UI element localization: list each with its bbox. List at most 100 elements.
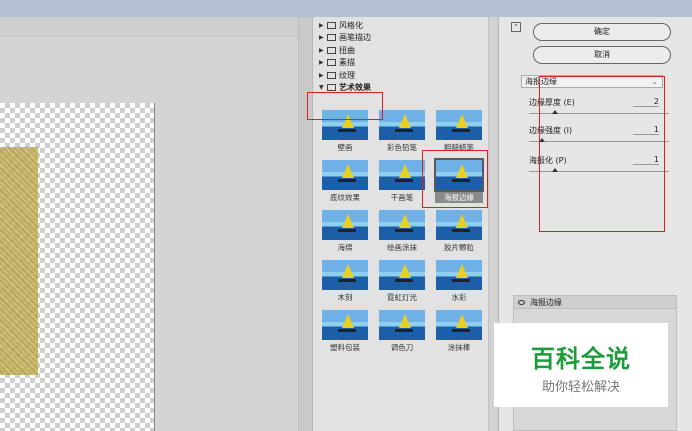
sailboat-thumbnail-image [379,160,425,190]
tree-item-label: 扭曲 [339,45,355,55]
filter-thumbnail-label: 水彩 [451,293,467,302]
filter-thumbnail[interactable]: 海绵 [321,210,369,253]
filter-category-tree: ▶ 风格化 ▶ 画笔描边 ▶ 扭曲 ▶ 素描 ▶ 纹理 ▼ 艺术效果 [319,19,371,94]
parameter-value-input[interactable]: 2 [633,97,659,107]
tree-item[interactable]: ▶ 画笔描边 [319,32,371,45]
folder-icon [327,21,336,29]
filter-thumbnail[interactable]: 水彩 [435,260,483,303]
tree-item-label: 纹理 [339,70,355,80]
tree-item-label: 风格化 [339,20,363,30]
filter-thumbnail-label: 彩色铅笔 [387,143,417,152]
filter-thumbnail[interactable]: 胶片颗粒 [435,210,483,253]
filter-thumbnail[interactable]: 底纹效果 [321,160,369,203]
chevron-down-icon: ⌄ [651,77,658,86]
filter-thumbnail[interactable]: 绘画涂抹 [378,210,426,253]
sailboat-thumbnail-image [322,260,368,290]
sailboat-thumbnail-image [436,210,482,240]
tree-item[interactable]: ▼ 艺术效果 [319,82,371,95]
title-bar [0,0,692,17]
filter-list-panel: ▶ 风格化 ▶ 画笔描边 ▶ 扭曲 ▶ 素描 ▶ 纹理 ▼ 艺术效果 壁画 彩色铅笔 粗糙蜡笔底纹效果 干画… [312,17,498,431]
expand-icon[interactable]: ▶ [319,34,327,41]
sailboat-thumbnail-image [436,260,482,290]
parameter-slider-track[interactable] [529,113,669,114]
effect-layer-label: 海报边缘 [530,298,562,307]
sailboat-thumbnail-image [322,310,368,340]
folder-icon [327,59,336,67]
sailboat-thumbnail-image [322,110,368,140]
tree-item-label: 素描 [339,58,355,68]
tree-item[interactable]: ▶ 素描 [319,57,371,70]
filter-thumbnail[interactable]: 干画笔 [378,160,426,203]
filter-thumbnail[interactable]: 涂抹棒 [435,310,483,353]
eye-icon[interactable] [518,300,525,305]
filter-thumbnail-label: 干画笔 [390,193,414,202]
expand-icon[interactable]: ▶ [319,59,327,66]
preview-canvas[interactable] [0,103,155,431]
sailboat-thumbnail-image [322,160,368,190]
tree-item-label: 画笔描边 [339,33,371,43]
yellow-layer-content [0,147,38,375]
filter-thumbnail[interactable]: 霓虹灯光 [378,260,426,303]
ok-button[interactable]: 确定 [533,23,671,41]
parameter-slider-track[interactable] [529,171,669,172]
watermark-logo: 百科全说 助你轻松解决 [494,323,668,407]
filter-select-value: 海报边缘 [525,77,557,86]
folder-icon [327,34,336,42]
sailboat-thumbnail-image [379,110,425,140]
collapse-icon[interactable]: ⌃ [511,22,521,32]
parameter-value-input[interactable]: 1 [633,155,659,165]
expand-icon[interactable]: ▶ [319,22,327,29]
filter-thumbnail[interactable]: 彩色铅笔 [378,110,426,153]
tree-item[interactable]: ▶ 扭曲 [319,44,371,57]
cancel-button[interactable]: 取消 [533,46,671,64]
expand-open-icon[interactable]: ▼ [319,84,327,91]
filter-thumbnail-label: 塑料包装 [330,343,360,352]
filter-thumbnail-label: 胶片颗粒 [444,243,474,252]
slider-handle-icon[interactable] [552,168,558,172]
filter-thumbnail-label: 海绵 [337,243,353,252]
filter-thumbnail[interactable]: 粗糙蜡笔 [435,110,483,153]
folder-icon [327,46,336,54]
sailboat-thumbnail-image [379,260,425,290]
filter-select[interactable]: 海报边缘 ⌄ [521,75,663,88]
filter-thumbnail-label: 木刻 [337,293,353,302]
filter-thumbnail-label: 粗糙蜡笔 [444,143,474,152]
tree-item[interactable]: ▶ 纹理 [319,69,371,82]
filter-thumbnail-label: 绘画涂抹 [387,243,417,252]
folder-icon [327,84,336,92]
sailboat-thumbnail-image [436,310,482,340]
slider-handle-icon[interactable] [552,110,558,114]
filter-thumbnail[interactable]: 海报边缘 [434,158,484,203]
filter-thumbnail-label: 海报边缘 [435,192,483,203]
preview-panel [0,17,312,431]
filter-thumbnail-label: 底纹效果 [330,193,360,202]
filter-thumbnail[interactable]: 木刻 [321,260,369,303]
filter-thumbnail[interactable]: 调色刀 [378,310,426,353]
parameter-label: 边缘强度 (I) [529,126,573,135]
tree-item-label: 艺术效果 [339,83,371,93]
folder-icon [327,71,336,79]
filter-thumbnail[interactable]: 塑料包装 [321,310,369,353]
watermark-subtitle: 助你轻松解决 [541,380,620,395]
parameter-label: 边缘厚度 (E) [529,98,575,107]
filter-thumbnail-label: 霓虹灯光 [387,293,417,302]
expand-icon[interactable]: ▶ [319,47,327,54]
sailboat-thumbnail-image [434,158,484,192]
sailboat-thumbnail-image [379,310,425,340]
effect-layer-row[interactable]: 海报边缘 [514,296,676,309]
parameter-row: 边缘厚度 (E) 2 [529,97,669,121]
parameter-slider-track[interactable] [529,141,669,142]
sailboat-thumbnail-image [322,210,368,240]
parameter-row: 边缘强度 (I) 1 [529,125,669,149]
parameter-value-input[interactable]: 1 [633,125,659,135]
slider-handle-icon[interactable] [539,138,545,142]
filter-thumbnail-label: 涂抹棒 [447,343,471,352]
preview-scrollbar[interactable] [298,17,312,431]
expand-icon[interactable]: ▶ [319,72,327,79]
tree-item[interactable]: ▶ 风格化 [319,19,371,32]
filter-thumbnail-label: 壁画 [337,143,353,152]
filter-thumbnail[interactable]: 壁画 [321,110,369,153]
filter-thumbnail-label: 调色刀 [390,343,414,352]
filter-gallery-window: ▶ 风格化 ▶ 画笔描边 ▶ 扭曲 ▶ 素描 ▶ 纹理 ▼ 艺术效果 壁画 彩色铅笔 粗糙蜡笔底纹效果 干画… [0,0,692,431]
parameter-label: 海报化 (P) [529,156,567,165]
